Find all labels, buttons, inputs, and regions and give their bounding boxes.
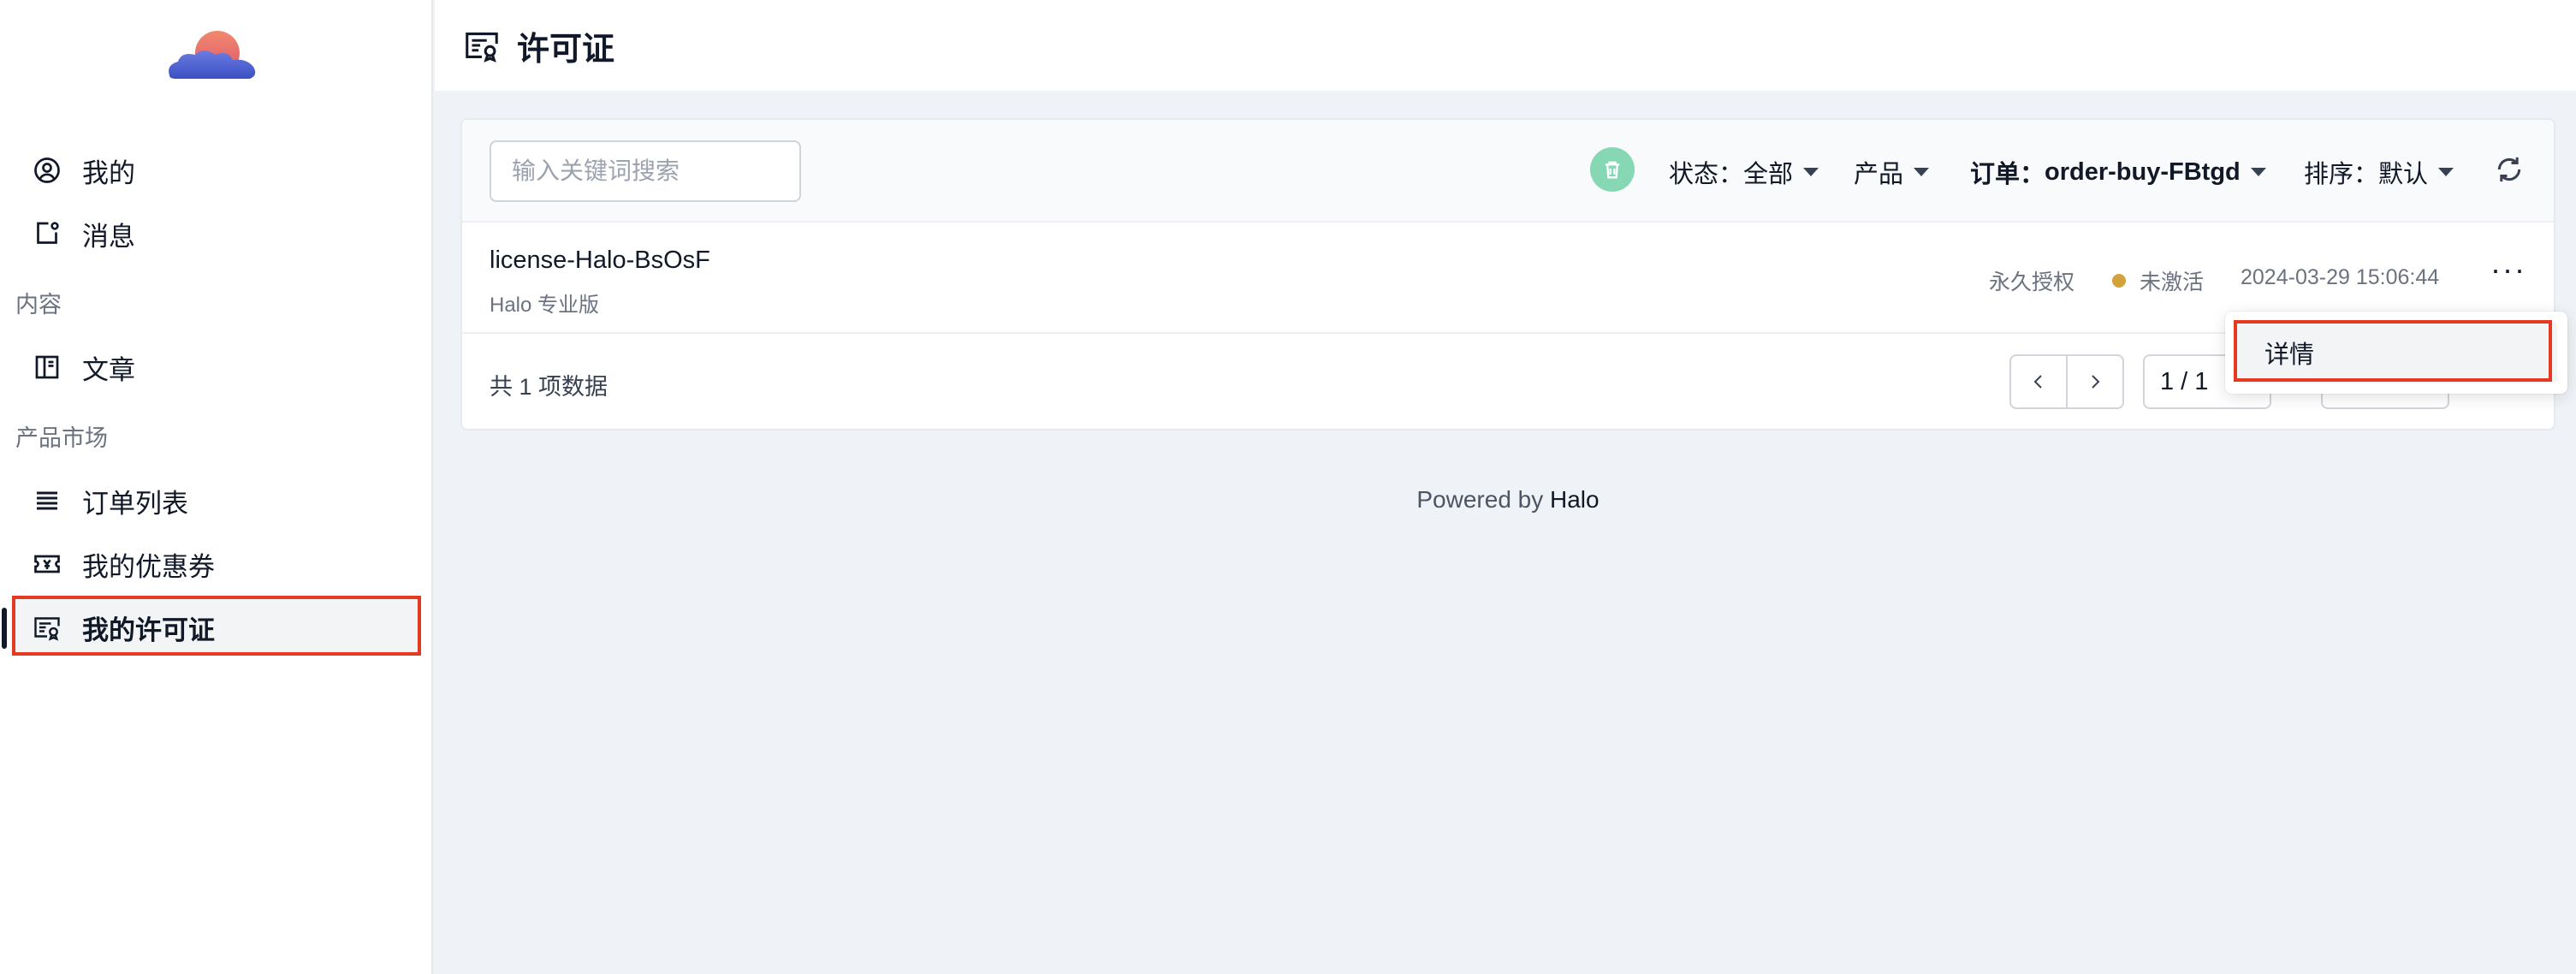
toolbar: 状态： 全部 产品 订单： order-buy-FBtgd 排序： 默认 bbox=[462, 120, 2554, 223]
sidebar-item-label: 我的 bbox=[82, 157, 135, 188]
license-name[interactable]: license-Halo-BsOsF bbox=[490, 246, 710, 275]
next-page-button[interactable] bbox=[2066, 354, 2124, 409]
page-header: 许可证 bbox=[435, 0, 2576, 91]
status-dot bbox=[2112, 274, 2126, 288]
sidebar-item-label: 我的许可证 bbox=[82, 615, 215, 645]
sidebar-item-label: 消息 bbox=[82, 221, 135, 252]
product-filter-label: 产品 bbox=[1854, 161, 1904, 188]
license-icon bbox=[31, 611, 63, 644]
order-filter-value: order-buy-FBtgd bbox=[2045, 157, 2241, 186]
license-permission: 永久授权 bbox=[1989, 270, 2075, 294]
active-indicator bbox=[2, 608, 7, 649]
coupon-icon bbox=[31, 548, 63, 580]
page-indicator: 1 / 1 bbox=[2160, 367, 2209, 395]
sidebar-item-licenses[interactable]: 我的许可证 bbox=[14, 599, 421, 656]
refresh-icon[interactable] bbox=[2492, 152, 2526, 187]
license-product: Halo 专业版 bbox=[490, 294, 600, 317]
sort-filter-label: 排序： bbox=[2304, 161, 2379, 188]
order-filter[interactable]: 订单： order-buy-FBtgd bbox=[1970, 154, 2266, 190]
powered-prefix: Powered by bbox=[1416, 486, 1551, 513]
message-icon bbox=[31, 217, 63, 250]
page-title: 许可证 bbox=[517, 31, 615, 68]
status-filter[interactable]: 状态： 全部 bbox=[1669, 154, 1819, 190]
sort-filter-value: 默认 bbox=[2378, 161, 2429, 188]
powered-by: Powered by Halo bbox=[460, 486, 2555, 514]
chevron-right-icon bbox=[2092, 375, 2100, 389]
order-filter-label: 订单： bbox=[1970, 161, 2045, 188]
sidebar-item-orders[interactable]: 订单列表 bbox=[14, 472, 421, 529]
dropdown-arrow bbox=[2496, 300, 2520, 312]
chevron-down-icon bbox=[2438, 168, 2454, 176]
trash-icon bbox=[1605, 161, 1620, 179]
search-input[interactable] bbox=[490, 140, 801, 202]
more-actions-button[interactable]: ··· bbox=[2490, 252, 2526, 288]
detail-menu-item[interactable]: 详情 bbox=[2235, 322, 2557, 383]
sidebar: 我的 消息 内容 文章 产品市场 订单列表 我的优惠券 我的许可证 bbox=[0, 0, 433, 974]
chevron-left-icon bbox=[2033, 375, 2042, 389]
license-icon bbox=[466, 33, 498, 62]
powered-brand-link[interactable]: Halo bbox=[1550, 486, 1600, 513]
prev-page-button[interactable] bbox=[2009, 354, 2068, 409]
sidebar-item-label: 我的优惠券 bbox=[82, 551, 215, 582]
status-filter-label: 状态： bbox=[1669, 161, 1744, 188]
status-filter-value: 全部 bbox=[1743, 161, 1794, 188]
chevron-down-icon bbox=[2250, 168, 2266, 176]
book-icon bbox=[31, 351, 63, 383]
actions-dropdown: 详情 bbox=[2225, 312, 2567, 394]
sidebar-item-label: 文章 bbox=[82, 354, 135, 385]
trash-button[interactable] bbox=[1590, 147, 1635, 192]
status-badge: 未激活 bbox=[2112, 265, 2204, 296]
license-date: 2024-03-29 15:06:44 bbox=[2241, 265, 2440, 289]
sort-filter[interactable]: 排序： 默认 bbox=[2304, 154, 2454, 190]
section-market: 产品市场 bbox=[15, 425, 108, 451]
section-content: 内容 bbox=[15, 292, 62, 318]
logo[interactable] bbox=[164, 27, 260, 84]
sidebar-item-messages[interactable]: 消息 bbox=[14, 205, 421, 262]
chevron-down-icon bbox=[1914, 168, 1930, 176]
product-filter[interactable]: 产品 bbox=[1854, 154, 1930, 190]
total-count: 共 1 项数据 bbox=[490, 374, 608, 400]
status-text: 未激活 bbox=[2140, 270, 2205, 294]
user-circle-icon bbox=[31, 154, 63, 187]
sidebar-item-label: 订单列表 bbox=[82, 488, 188, 519]
list-icon bbox=[31, 484, 63, 517]
sidebar-item-coupons[interactable]: 我的优惠券 bbox=[14, 536, 421, 592]
chevron-down-icon bbox=[1803, 168, 1819, 176]
sidebar-item-profile[interactable]: 我的 bbox=[14, 142, 421, 199]
sidebar-item-articles[interactable]: 文章 bbox=[14, 339, 421, 395]
